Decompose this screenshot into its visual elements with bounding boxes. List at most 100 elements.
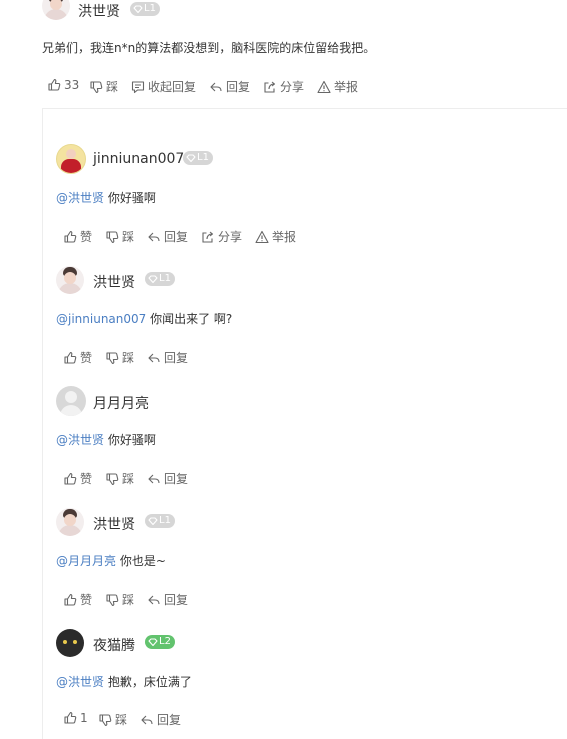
warning-icon — [255, 230, 269, 244]
level-label: L1 — [159, 515, 171, 526]
collapse-label: 收起回复 — [148, 80, 197, 94]
like-button[interactable]: 赞 — [63, 591, 92, 608]
like-label: 赞 — [80, 230, 93, 244]
like-count: 33 — [64, 78, 80, 92]
diamond-icon — [148, 638, 158, 646]
level-badge: L1 — [183, 151, 213, 165]
reply-button[interactable]: 回复 — [147, 591, 188, 608]
thumbs-down-icon — [89, 80, 103, 94]
like-button[interactable]: 赞 — [63, 349, 92, 366]
thumbs-down-icon — [105, 472, 119, 486]
mention-link[interactable]: @洪世贤 — [56, 675, 104, 689]
reply-label: 回复 — [164, 593, 189, 607]
mention-link[interactable]: @洪世贤 — [56, 191, 104, 205]
dislike-button[interactable]: 踩 — [89, 78, 118, 95]
reply-icon — [209, 80, 223, 94]
avatar[interactable] — [56, 629, 84, 657]
like-count: 1 — [80, 711, 88, 725]
warning-icon — [317, 80, 331, 94]
like-button[interactable]: 赞 — [63, 470, 92, 487]
username[interactable]: 月月月亮 — [93, 393, 149, 413]
avatar[interactable] — [56, 508, 84, 536]
reply-button[interactable]: 回复 — [147, 228, 188, 245]
thumbs-up-icon — [63, 472, 77, 486]
share-button[interactable]: 分享 — [201, 228, 242, 245]
reply-body: 你好骚啊 — [104, 191, 156, 205]
mention-link[interactable]: @月月月亮 — [56, 554, 116, 568]
share-button[interactable]: 分享 — [263, 78, 304, 95]
level-badge: L2 — [145, 635, 175, 649]
like-button[interactable]: 33 — [47, 78, 79, 92]
thumbs-down-icon — [105, 593, 119, 607]
avatar[interactable] — [56, 386, 86, 416]
reply-text: @jinniunan007 你闻出来了 啊? — [56, 310, 232, 327]
reply-text: @洪世贤 你好骚啊 — [56, 431, 156, 448]
like-label: 赞 — [80, 472, 93, 486]
dislike-label: 踩 — [122, 230, 135, 244]
username[interactable]: 夜猫腾 — [93, 635, 135, 655]
thumbs-up-icon — [63, 351, 77, 365]
reply-body: 你闻出来了 啊? — [146, 312, 233, 326]
report-button[interactable]: 举报 — [317, 78, 358, 95]
reply-button[interactable]: 回复 — [209, 78, 250, 95]
share-label: 分享 — [218, 230, 243, 244]
dislike-label: 踩 — [122, 472, 135, 486]
reply-icon — [147, 351, 161, 365]
report-button[interactable]: 举报 — [255, 228, 296, 245]
reply-label: 回复 — [164, 472, 189, 486]
dislike-label: 踩 — [122, 351, 135, 365]
diamond-icon — [186, 154, 196, 162]
level-badge: L1 — [145, 272, 175, 286]
avatar[interactable] — [42, 0, 70, 20]
dislike-button[interactable]: 踩 — [105, 591, 134, 608]
dislike-button[interactable]: 踩 — [105, 228, 134, 245]
thumbs-down-icon — [98, 713, 112, 727]
reply-label: 回复 — [164, 230, 189, 244]
mention-link[interactable]: @洪世贤 — [56, 433, 104, 447]
username[interactable]: 洪世贤 — [93, 514, 135, 534]
reply-body: 抱歉，床位满了 — [104, 675, 192, 689]
avatar[interactable] — [56, 144, 86, 174]
share-icon — [201, 230, 215, 244]
dislike-button[interactable]: 踩 — [105, 349, 134, 366]
dislike-button[interactable]: 踩 — [98, 711, 127, 728]
dislike-label: 踩 — [115, 713, 128, 727]
collapse-replies-button[interactable]: 收起回复 — [131, 78, 196, 95]
reply-button[interactable]: 回复 — [147, 470, 188, 487]
comment-icon — [131, 80, 145, 94]
diamond-icon — [148, 517, 158, 525]
reply-label: 回复 — [226, 80, 251, 94]
dislike-button[interactable]: 踩 — [105, 470, 134, 487]
thumbs-up-icon — [63, 230, 77, 244]
like-button[interactable]: 赞 — [63, 228, 92, 245]
reply-button[interactable]: 回复 — [140, 711, 181, 728]
reply-text: @月月月亮 你也是~ — [56, 552, 166, 569]
avatar[interactable] — [56, 266, 84, 294]
reply-text: @洪世贤 抱歉，床位满了 — [56, 673, 192, 690]
level-label: L1 — [197, 152, 209, 163]
dislike-label: 踩 — [122, 593, 135, 607]
reply-label: 回复 — [164, 351, 189, 365]
report-label: 举报 — [334, 80, 359, 94]
level-badge: L1 — [130, 2, 160, 16]
reply-icon — [147, 593, 161, 607]
reply-text: @洪世贤 你好骚啊 — [56, 189, 156, 206]
reply-body: 你也是~ — [116, 554, 166, 568]
report-label: 举报 — [272, 230, 297, 244]
reply-button[interactable]: 回复 — [147, 349, 188, 366]
thumbs-up-icon — [63, 711, 77, 725]
level-badge: L1 — [145, 514, 175, 528]
like-label: 赞 — [80, 593, 93, 607]
thumbs-down-icon — [105, 351, 119, 365]
mention-link[interactable]: @jinniunan007 — [56, 312, 146, 326]
reply-icon — [147, 230, 161, 244]
reply-label: 回复 — [157, 713, 182, 727]
share-icon — [263, 80, 277, 94]
username[interactable]: 洪世贤 — [93, 272, 135, 292]
thumbs-up-icon — [47, 78, 61, 92]
username[interactable]: jinniunan007 — [93, 151, 184, 167]
dislike-label: 踩 — [106, 80, 119, 94]
username[interactable]: 洪世贤 — [78, 1, 120, 21]
like-button[interactable]: 1 — [63, 711, 88, 725]
comment-text: 兄弟们，我连n*n的算法都没想到，脑科医院的床位留给我把。 — [42, 41, 376, 55]
